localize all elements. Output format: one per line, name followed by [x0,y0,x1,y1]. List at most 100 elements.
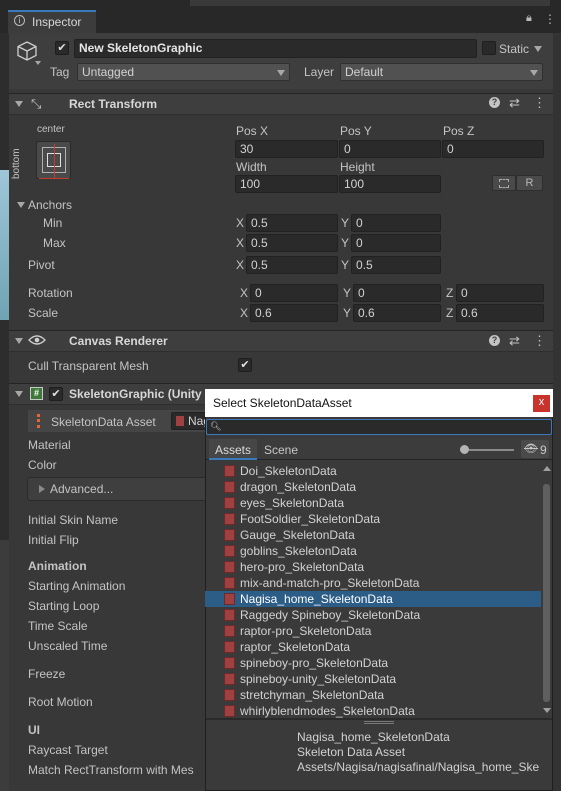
object-name-field[interactable]: New SkeletonGraphic [74,39,477,58]
zoom-slider-thumb[interactable] [460,445,469,454]
static-dropdown-arrow[interactable] [534,46,542,52]
raycast-target-label: Raycast Target [28,743,108,757]
picker-search-field[interactable] [206,419,552,435]
max-x-field[interactable]: 0.5 [246,234,338,252]
min-label: Min [43,216,63,230]
list-item-label: eyes_SkeletonData [240,496,345,510]
scale-z-field[interactable]: 0.6 [456,304,544,322]
inspector-scrollbar[interactable] [553,33,561,791]
scale-y-field[interactable]: 0.6 [353,304,441,322]
pivot-label: Pivot [28,258,55,272]
pos-x-field[interactable]: 30 [235,140,338,158]
list-item[interactable]: whirlyblendmodes_SkeletonData [205,703,541,719]
raw-edit-button[interactable]: R [516,175,543,191]
help-icon[interactable]: ? [489,335,500,346]
list-item-label: Raggedy Spineboy_SkeletonData [240,608,421,622]
rot-x-letter: X [240,286,249,300]
list-item[interactable]: stretchyman_SkeletonData [205,687,541,703]
anchor-preset-line-h [39,178,69,179]
skeleton-data-asset-icon [224,497,235,509]
list-item[interactable]: eyes_SkeletonData [205,495,541,511]
pivot-y-field[interactable]: 0.5 [351,256,441,274]
presets-icon[interactable]: ⇄ [509,333,520,349]
blueprint-icon [499,179,509,188]
picker-splitter[interactable] [206,718,552,720]
left-panel-lower [0,540,9,791]
width-field[interactable]: 100 [235,175,338,193]
rotation-label: Rotation [28,286,73,300]
list-item[interactable]: Raggedy Spineboy_SkeletonData [205,607,541,623]
cull-transparent-checkbox[interactable]: ✔ [238,358,252,372]
scale-x-field[interactable]: 0.6 [250,304,338,322]
initial-skin-label: Initial Skin Name [28,513,119,527]
component-menu-icon[interactable]: ⋮ [533,95,546,111]
zoom-slider-track[interactable] [462,449,514,451]
anchors-foldout[interactable] [17,202,25,208]
inspector-tab-label: Inspector [32,15,82,29]
min-y-letter: Y [341,216,350,230]
picker-close-button[interactable]: x [533,395,550,412]
component-menu-icon[interactable]: ⋮ [533,333,546,349]
preview-asset-name: Nagisa_home_SkeletonData [297,730,450,744]
active-checkbox[interactable]: ✔ [55,41,69,55]
top-dropdown-bg [190,0,550,6]
rot-x-field[interactable]: 0 [250,284,338,302]
list-item[interactable]: dragon_SkeletonData [205,479,541,495]
min-x-field[interactable]: 0.5 [246,214,338,232]
rect-transform-foldout[interactable] [15,101,23,107]
canvas-renderer-foldout[interactable] [15,338,23,344]
list-item-label: goblins_SkeletonData [240,544,357,558]
min-y-field[interactable]: 0 [351,214,441,232]
rot-y-field[interactable]: 0 [353,284,441,302]
list-item[interactable]: Nagisa_home_SkeletonData [205,591,541,607]
list-item[interactable]: Gauge_SkeletonData [205,527,541,543]
anchor-presets-button[interactable] [36,141,71,179]
hidden-eye-icon: 👁︎ [524,443,538,455]
presets-icon[interactable]: ⇄ [509,95,520,111]
more-options-icon[interactable]: ⋮ [544,12,556,26]
advanced-label: Advanced... [50,482,114,496]
list-item-label: whirlyblendmodes_SkeletonData [240,704,415,718]
scroll-down-arrow[interactable] [543,708,551,713]
tab-scene-label[interactable]: Scene [264,443,298,457]
static-checkbox[interactable] [482,41,496,55]
max-y-field[interactable]: 0 [351,234,441,252]
list-item[interactable]: raptor_SkeletonData [205,639,541,655]
list-item[interactable]: FootSoldier_SkeletonData [205,511,541,527]
lock-icon[interactable]: 🔒︎ [526,12,532,25]
animation-header: Animation [28,559,87,573]
scroll-up-arrow[interactable] [543,466,551,471]
scale-label: Scale [28,306,59,320]
list-item[interactable]: raptor-pro_SkeletonData [205,623,541,639]
list-item-label: hero-pro_SkeletonData [240,560,365,574]
list-item[interactable]: mix-and-match-pro_SkeletonData [205,575,541,591]
inspector-tab[interactable]: i Inspector [8,10,96,33]
height-field[interactable]: 100 [339,175,441,193]
splitter-handle[interactable] [364,721,394,724]
list-item[interactable]: hero-pro_SkeletonData [205,559,541,575]
list-item[interactable]: spineboy-unity_SkeletonData [205,671,541,687]
skeleton-graphic-foldout[interactable] [15,391,23,397]
min-x-letter: X [236,216,245,230]
hidden-count: 9 [540,443,547,457]
pos-y-field[interactable]: 0 [339,140,441,158]
pivot-x-field[interactable]: 0.5 [246,256,338,274]
tag-dropdown[interactable]: Untagged [77,63,290,81]
picker-scroll-thumb[interactable] [543,484,550,702]
list-item[interactable]: goblins_SkeletonData [205,543,541,559]
list-item[interactable]: Doi_SkeletonData [205,463,541,479]
list-item-label: Nagisa_home_SkeletonData [240,592,393,606]
blueprint-mode-button[interactable] [492,175,516,191]
height-label: Height [340,160,375,174]
icon-dropdown-arrow[interactable] [35,61,41,65]
list-item-label: spineboy-unity_SkeletonData [240,672,397,686]
help-icon[interactable]: ? [489,97,500,108]
unscaled-time-label: Unscaled Time [28,639,108,653]
pos-z-field[interactable]: 0 [442,140,544,158]
list-item[interactable]: spineboy-pro_SkeletonData [205,655,541,671]
skeleton-graphic-enabled-checkbox[interactable]: ✔ [49,387,63,401]
max-label: Max [43,236,66,250]
layer-dropdown[interactable]: Default [340,63,543,81]
rot-z-field[interactable]: 0 [456,284,544,302]
anchor-h-label: center [37,124,65,135]
